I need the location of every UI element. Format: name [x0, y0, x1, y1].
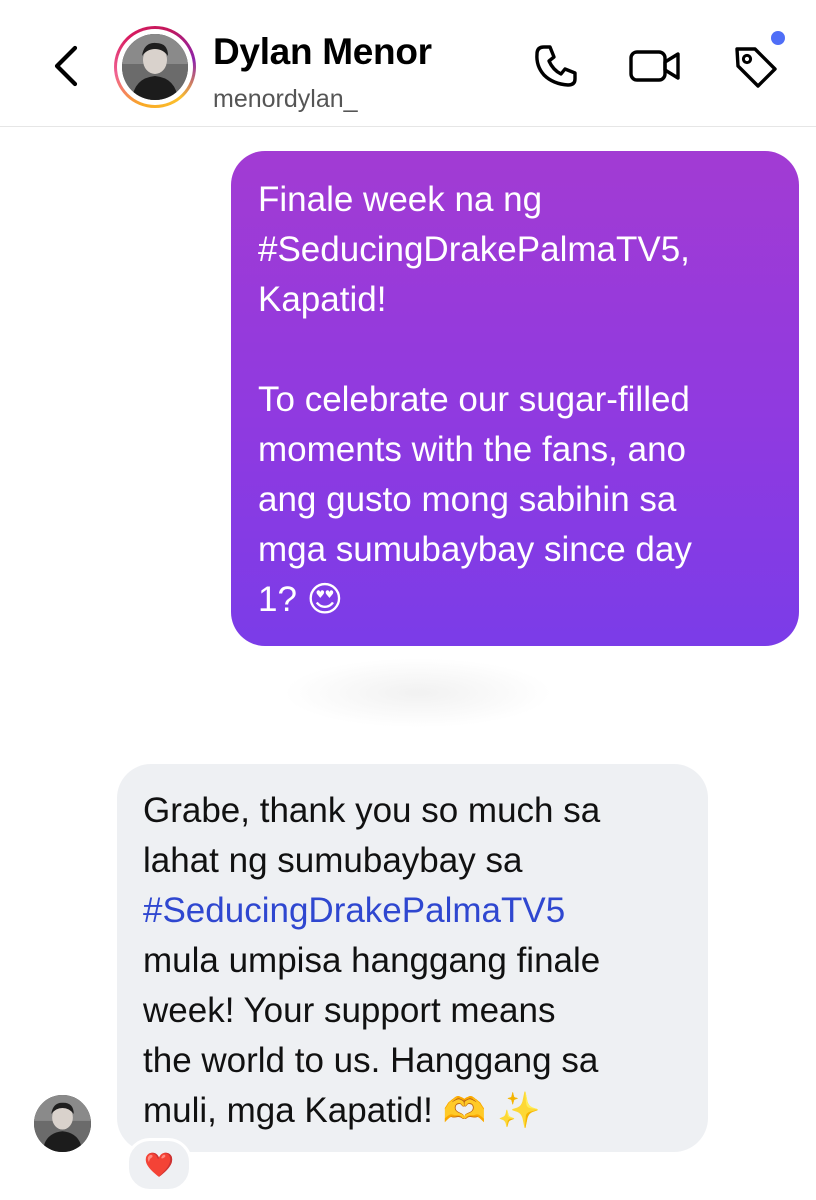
back-button[interactable] — [38, 36, 94, 100]
call-button[interactable] — [528, 40, 584, 96]
heart-eyes-emoji: 😍 — [306, 580, 344, 620]
message-text: #SeducingDrakePalmaTV5, — [258, 230, 690, 269]
notification-dot — [771, 31, 785, 45]
heart-icon: ❤️ — [144, 1151, 174, 1179]
message-text: mga sumubaybay since day — [258, 530, 692, 569]
video-camera-icon — [627, 41, 683, 96]
sent-message-bubble[interactable]: Finale week na ng #SeducingDrakePalmaTV5… — [231, 151, 799, 646]
message-text: Kapatid! — [258, 280, 387, 319]
avatar-photo — [122, 34, 188, 100]
hashtag-link[interactable]: #SeducingDrakePalmaTV5 — [143, 886, 686, 936]
tag-icon — [729, 40, 781, 97]
contact-name[interactable]: Dylan Menor — [213, 31, 432, 73]
message-text: mula umpisa hanggang finale — [143, 941, 601, 980]
chevron-left-icon — [51, 44, 81, 93]
message-text: the world to us. Hanggang sa — [143, 1041, 599, 1080]
chat-header: Dylan Menor menordylan_ — [0, 0, 816, 127]
message-text: muli, mga Kapatid! 🫶 ✨ — [143, 1091, 541, 1131]
heart-hands-sparkles-emoji: 🫶 ✨ — [442, 1091, 541, 1131]
tag-button[interactable] — [727, 40, 783, 96]
message-text: To celebrate our sugar-filled — [258, 380, 690, 419]
contact-username: menordylan_ — [213, 85, 358, 113]
phone-icon — [531, 41, 581, 96]
message-text: Grabe, thank you so much sa — [143, 791, 601, 830]
received-message-bubble[interactable]: Grabe, thank you so much sa lahat ng sum… — [117, 764, 708, 1152]
blurred-area — [283, 658, 553, 728]
message-text: lahat ng sumubaybay sa — [143, 841, 523, 880]
contact-avatar[interactable] — [114, 26, 196, 108]
sender-avatar[interactable] — [34, 1095, 91, 1152]
message-text: 1? 😍 — [258, 580, 344, 620]
video-call-button[interactable] — [627, 40, 683, 96]
chat-screen: Dylan Menor menordylan_ Finale week na n… — [0, 0, 816, 1200]
message-text: ang gusto mong sabihin sa — [258, 480, 677, 519]
heart-reaction[interactable]: ❤️ — [126, 1138, 192, 1192]
message-text: week! Your support means — [143, 991, 556, 1030]
message-text: Finale week na ng — [258, 180, 543, 219]
message-text: moments with the fans, ano — [258, 430, 686, 469]
